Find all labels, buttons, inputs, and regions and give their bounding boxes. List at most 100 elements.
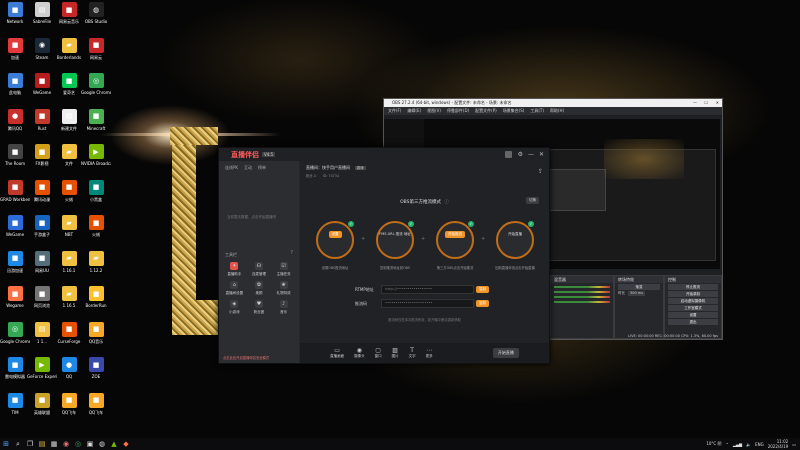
obs-controls-dock[interactable]: 控制 停止推流 开始录制 启动虚拟摄像机 工作室模式 设置 退出	[664, 275, 722, 339]
store-icon[interactable]: ▦	[48, 438, 60, 450]
minimize-icon[interactable]: —	[528, 151, 534, 158]
desktop-shortcut[interactable]: ■ 火绒	[54, 179, 84, 220]
obs-icon[interactable]: ◍	[96, 438, 108, 450]
obs-menu-item[interactable]: 帮助(H)	[550, 108, 564, 113]
obs-mixer-dock[interactable]: 混音器	[550, 275, 614, 339]
desktop-shortcut[interactable]: ■ 网页浏览	[27, 286, 57, 326]
avatar[interactable]	[504, 151, 512, 158]
task-view-icon[interactable]: ❐	[24, 438, 36, 450]
desktop-shortcut[interactable]: ■GRAD Workbench	[0, 179, 30, 220]
chrome-icon[interactable]: ◎	[72, 438, 84, 450]
transition-select[interactable]: 渐变	[618, 284, 660, 290]
companion-title-bar[interactable]: 直播伴侣 V4.5 ⚙ — ✕	[219, 148, 549, 161]
app-icon[interactable]: ◆	[120, 438, 132, 450]
add-source-button[interactable]: ▭ 直播画面	[330, 347, 344, 359]
room-tag[interactable]: 游戏	[354, 166, 366, 170]
desktop-shortcut[interactable]: ▶ NVIDIA Broadcast	[81, 144, 111, 184]
desktop-shortcut[interactable]: ▰ Borderlands	[54, 37, 84, 78]
desktop-shortcut[interactable]: ▶ GeForce Experience	[27, 357, 57, 397]
desktop-shortcut[interactable]: ▰ 文件	[54, 144, 84, 184]
obs-control-button[interactable]: 设置	[668, 312, 718, 318]
sidebar-tab[interactable]: 榜单	[258, 165, 266, 171]
file-explorer-icon[interactable]: ▤	[36, 438, 48, 450]
network-icon[interactable]: ▂▄▆	[733, 442, 742, 447]
desktop-shortcut[interactable]: ■ 网易云	[81, 37, 111, 78]
obs-transitions-dock[interactable]: 转场特效 渐变 时长 300 ms	[614, 275, 664, 339]
step-action-button[interactable]: 设置	[328, 231, 342, 238]
clock[interactable]: 11:02 2022/4/19	[768, 439, 789, 449]
desktop-shortcut[interactable]: ● QQ	[54, 357, 84, 397]
obs-control-button[interactable]: 停止推流	[668, 284, 718, 290]
desktop-shortcut[interactable]: ■ Rust	[27, 108, 57, 149]
obs-menu-item[interactable]: 场景集合(S)	[503, 108, 525, 113]
chevron-up-icon[interactable]: ⌃	[726, 442, 729, 447]
tool-item[interactable]: ✦ 直播助手	[223, 262, 246, 277]
desktop-shortcut[interactable]: ▤ SabreFile	[27, 2, 57, 42]
add-source-button[interactable]: ▨ 图片	[392, 347, 399, 359]
desktop-shortcut[interactable]: ▰ NBT	[54, 215, 84, 255]
windows-start-icon[interactable]: ⊞	[0, 438, 12, 450]
tool-item[interactable]: ✿ 美颜	[248, 281, 271, 296]
tool-item[interactable]: ❀ 礼物特效	[272, 281, 295, 296]
close-icon[interactable]: ✕	[716, 99, 719, 107]
sidebar-tab[interactable]: 连线PK	[225, 165, 238, 171]
obs-control-button[interactable]: 退出	[668, 319, 718, 325]
rtmp-field[interactable]: rtmp://•••••••••••••••••	[381, 285, 474, 294]
desktop-shortcut[interactable]: ■ BorderRun	[81, 286, 111, 326]
safe-mode-notice[interactable]: 点击此处开启直播伴侣安全模式	[223, 355, 269, 360]
desktop-shortcut[interactable]: ■ 英雄联盟	[27, 392, 57, 433]
tool-item[interactable]: ♥ 粉丝团	[248, 300, 271, 315]
minimize-icon[interactable]: —	[693, 99, 697, 107]
desktop-shortcut[interactable]: ■ 网易云音乐	[54, 2, 84, 42]
desktop-shortcut[interactable]: ■ QQ音乐	[81, 321, 111, 362]
app-icon[interactable]: ▣	[84, 438, 96, 450]
desktop-shortcut[interactable]: ■ Wegame	[0, 286, 30, 326]
desktop-shortcut[interactable]: ▤ 1 1...	[27, 321, 57, 362]
desktop-shortcut[interactable]: ▰ 1.16.5	[54, 286, 84, 326]
obs-menu-item[interactable]: 视图(V)	[427, 108, 441, 113]
desktop-shortcut[interactable]: ▰ 1.12.2	[81, 250, 111, 291]
desktop-shortcut[interactable]: ■ Network	[0, 2, 30, 42]
desktop-shortcut[interactable]: ■ WeGame	[0, 215, 30, 255]
obs-control-button[interactable]: 开始录制	[668, 291, 718, 297]
desktop-shortcut[interactable]: ■ The Room	[0, 144, 30, 184]
tool-item[interactable]: ☊ 连麦管理	[248, 262, 271, 277]
obs-control-button[interactable]: 启动虚拟摄像机	[668, 298, 718, 304]
desktop-shortcut[interactable]: ■ QQ飞车	[81, 392, 111, 433]
obs-menu-item[interactable]: 编辑(E)	[407, 108, 421, 113]
desktop-shortcut[interactable]: ▤ 新建文件	[54, 108, 84, 149]
desktop-shortcut[interactable]: ■ 腾讯动漫	[27, 179, 57, 220]
app-icon[interactable]: ▲	[108, 438, 120, 450]
desktop-shortcut[interactable]: ◎ Google Chrome	[81, 73, 111, 113]
obs-menu-item[interactable]: 配置文件(P)	[475, 108, 497, 113]
live-companion-window[interactable]: 直播伴侣 V4.5 ⚙ — ✕ 连线PK 互动 榜单 当前暂无数据，点击开始直播吧 …	[218, 147, 550, 364]
desktop-shortcut[interactable]: ◍ OBS Studio	[81, 2, 111, 42]
share-icon[interactable]: ⇪	[538, 168, 543, 175]
obs-menu-item[interactable]: 文件(F)	[388, 108, 401, 113]
desktop-shortcut[interactable]: ■ ZOE	[81, 357, 111, 397]
step-action-button[interactable]: 开始推流	[445, 231, 465, 238]
tool-item[interactable]: ☑ 主播任务	[272, 262, 295, 277]
desktop-shortcut[interactable]: ▰ 1.16.1	[54, 250, 84, 291]
info-icon[interactable]: ⓘ	[444, 200, 449, 205]
weather-text[interactable]: 10°C 阴	[706, 441, 721, 447]
tool-item[interactable]: ◈ 小游戏	[223, 300, 246, 315]
volume-icon[interactable]: 🔈	[746, 442, 751, 447]
obs-menu-item[interactable]: 工具(T)	[530, 108, 544, 113]
obs-control-button[interactable]: 工作室模式	[668, 305, 718, 311]
obs-title-bar[interactable]: OBS 27.2.4 (64-bit, windows) - 配置文件: 未命名…	[384, 99, 722, 107]
switch-mode-button[interactable]: 切换	[526, 197, 539, 204]
desktop-shortcut[interactable]: ■ WeGame	[27, 73, 57, 113]
desktop-shortcut[interactable]: ◉ Steam	[27, 37, 57, 78]
copy-key-button[interactable]: 复制	[476, 300, 489, 307]
desktop-shortcut[interactable]: ■ QQ飞车	[54, 392, 84, 433]
desktop-shortcut[interactable]: ● 腾讯QQ	[0, 108, 30, 149]
desktop-shortcut[interactable]: ◎ Google Chrome	[0, 321, 30, 362]
maximize-icon[interactable]: ☐	[704, 99, 708, 107]
desktop-shortcut[interactable]: ■ FX影视	[27, 144, 57, 184]
tool-item[interactable]: ♪ 音乐	[272, 300, 295, 315]
desktop-shortcut[interactable]: ■ 火绒	[81, 215, 111, 255]
sidebar-tab[interactable]: 互动	[244, 165, 252, 171]
add-source-button[interactable]: ⋯ 更多	[426, 347, 433, 359]
search-icon[interactable]: ⌕	[12, 438, 24, 450]
